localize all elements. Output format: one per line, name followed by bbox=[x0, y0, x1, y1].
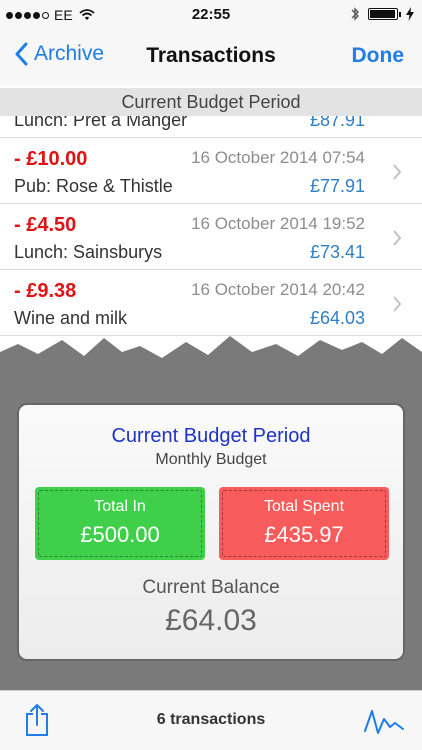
running-balance: £64.03 bbox=[309, 308, 365, 328]
transaction-date: 16 October 2014 07:54 bbox=[191, 148, 365, 167]
chevron-right-icon bbox=[393, 230, 402, 246]
budget-summary-card: Current Budget Period Monthly Budget Tot… bbox=[17, 403, 405, 661]
current-balance-label: Current Balance bbox=[142, 577, 280, 598]
charging-icon bbox=[406, 7, 414, 21]
transaction-amount: - £9.38 bbox=[14, 280, 77, 302]
battery-icon bbox=[368, 8, 401, 20]
transaction-date: 16 October 2014 19:52 bbox=[191, 214, 365, 233]
total-in-value: £500.00 bbox=[80, 522, 160, 547]
transaction-amount: - £10.00 bbox=[14, 148, 88, 170]
total-spent-value: £435.97 bbox=[264, 522, 344, 547]
total-spent-tile[interactable]: Total Spent £435.97 bbox=[219, 487, 389, 560]
transaction-date: 16 October 2014 20:42 bbox=[191, 280, 365, 299]
share-icon[interactable] bbox=[24, 703, 50, 737]
total-spent-label: Total Spent bbox=[263, 498, 345, 515]
chevron-left-icon bbox=[15, 42, 28, 66]
card-title: Current Budget Period bbox=[111, 425, 311, 447]
back-label: Archive bbox=[34, 42, 105, 65]
running-balance: £73.41 bbox=[309, 242, 365, 262]
transaction-row[interactable]: - £10.00 16 October 2014 07:54 Pub: Rose… bbox=[0, 138, 422, 204]
transaction-description: Pub: Rose & Thistle bbox=[14, 176, 173, 196]
transaction-list[interactable]: Lunch: Pret a Manger £87.91 - £10.00 16 … bbox=[0, 100, 422, 360]
status-right bbox=[350, 6, 414, 22]
section-header: Current Budget Period bbox=[0, 88, 422, 116]
total-in-tile[interactable]: Total In £500.00 bbox=[35, 487, 205, 560]
chevron-right-icon bbox=[393, 164, 402, 180]
transaction-description: Wine and milk bbox=[14, 308, 128, 328]
status-bar: EE 22:55 bbox=[0, 0, 422, 30]
transaction-row[interactable]: - £4.50 16 October 2014 19:52 Lunch: Sai… bbox=[0, 204, 422, 270]
navigation-bar: Archive Transactions Done bbox=[0, 30, 422, 86]
bluetooth-icon bbox=[351, 7, 359, 21]
bottom-toolbar: 6 transactions bbox=[0, 690, 422, 750]
done-button[interactable]: Done bbox=[352, 44, 405, 68]
graph-icon[interactable] bbox=[364, 705, 404, 737]
archive-back-button[interactable]: Archive bbox=[14, 42, 104, 66]
current-balance-value: £64.03 bbox=[165, 604, 257, 637]
transaction-description: Lunch: Sainsburys bbox=[14, 242, 163, 262]
total-in-label: Total In bbox=[94, 498, 146, 515]
chevron-right-icon bbox=[393, 296, 402, 312]
running-balance: £77.91 bbox=[309, 176, 365, 196]
transaction-amount: - £4.50 bbox=[14, 214, 77, 236]
card-subtitle: Monthly Budget bbox=[155, 451, 267, 468]
transaction-row[interactable]: - £9.38 16 October 2014 20:42 Wine and m… bbox=[0, 270, 422, 336]
transaction-count: 6 transactions bbox=[156, 711, 266, 728]
